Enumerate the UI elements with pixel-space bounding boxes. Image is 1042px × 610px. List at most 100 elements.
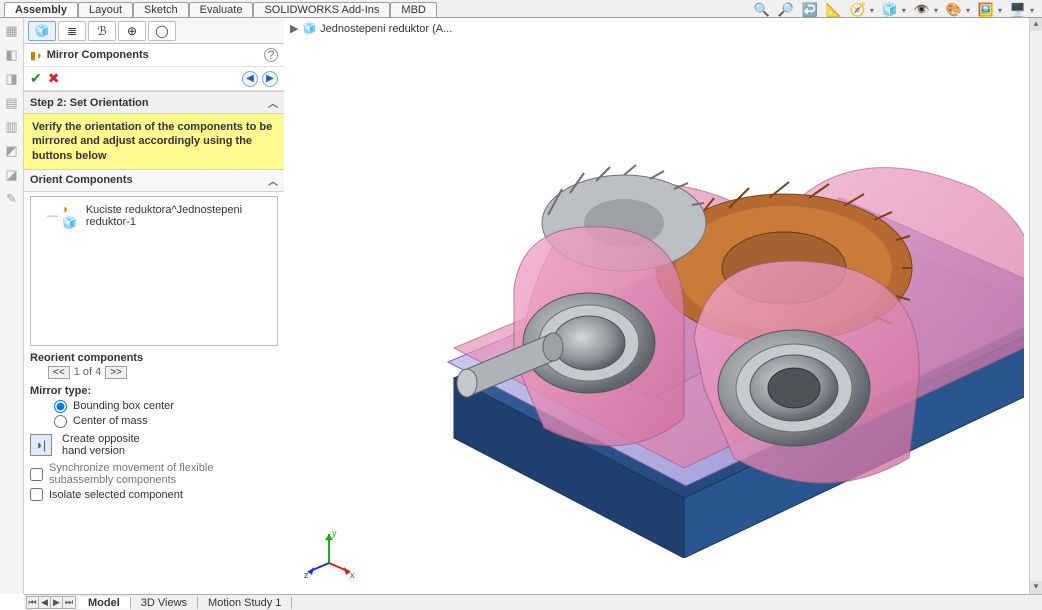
- tool-icon[interactable]: ✎: [3, 190, 21, 208]
- orient-header-label: Orient Components: [30, 174, 133, 186]
- radio-center-of-mass[interactable]: Center of mass: [24, 414, 284, 429]
- checkbox-label: Synchronize movement of flexible subasse…: [49, 462, 278, 486]
- fm-tab-feature-tree[interactable]: 🧊: [28, 21, 56, 41]
- vertical-scrollbar[interactable]: ▴ ▾: [1029, 18, 1042, 594]
- scroll-track[interactable]: [1030, 31, 1042, 581]
- scene-icon[interactable]: 🖼️: [978, 2, 994, 18]
- create-opposite-label: Create opposite hand version: [62, 433, 140, 457]
- create-opposite-row: ◗| Create opposite hand version: [24, 429, 284, 461]
- ok-button[interactable]: ✔: [30, 70, 42, 87]
- tab-addins[interactable]: SOLIDWORKS Add-Ins: [253, 2, 390, 17]
- view-orientation-icon[interactable]: 🧭: [850, 2, 866, 18]
- fm-tab-dim[interactable]: ⊕: [118, 21, 146, 41]
- tab-layout[interactable]: Layout: [78, 2, 133, 17]
- view-toolbar: 🔍 🔎 ↩️ 📐 🧭 ▾ 🧊 ▾ 👁️ ▾ 🎨 ▾ 🖼️ ▾ 🖥️ ▾: [754, 2, 1034, 18]
- tab-nav-last[interactable]: ⏭: [63, 597, 75, 608]
- orient-section-header: Orient Components ︿: [24, 169, 284, 192]
- zoom-area-icon[interactable]: 🔎: [778, 2, 794, 18]
- prev-view-icon[interactable]: ↩️: [802, 2, 818, 18]
- list-item[interactable]: — ◗🧊 Kuciste reduktora^Jednostepeni redu…: [35, 201, 273, 231]
- dropdown-icon[interactable]: ▾: [966, 6, 970, 15]
- tab-nav-first[interactable]: ⏮: [27, 597, 39, 608]
- tool-icon[interactable]: ◪: [3, 166, 21, 184]
- scroll-up-icon[interactable]: ▴: [1030, 18, 1042, 31]
- tool-icon[interactable]: ▥: [3, 118, 21, 136]
- tool-icon[interactable]: ▦: [3, 22, 21, 40]
- pm-title: Mirror Components: [47, 49, 264, 61]
- checkbox-input[interactable]: [30, 468, 43, 481]
- bottom-tab-motion[interactable]: Motion Study 1: [198, 597, 292, 609]
- display-style-icon[interactable]: 🧊: [882, 2, 898, 18]
- tool-icon[interactable]: ▤: [3, 94, 21, 112]
- origin-triad[interactable]: x y z: [304, 528, 354, 578]
- help-icon[interactable]: ?: [264, 48, 278, 62]
- svg-text:y: y: [332, 528, 337, 538]
- fm-tab-property[interactable]: ≣: [58, 21, 86, 41]
- prev-step-button[interactable]: ◀: [242, 71, 258, 87]
- mirror-type-label: Mirror type:: [24, 383, 284, 399]
- reorient-label: Reorient components: [24, 350, 284, 366]
- fm-tab-display[interactable]: ◯: [148, 21, 176, 41]
- bottom-tab-model[interactable]: Model: [78, 597, 131, 609]
- tab-nav-prev[interactable]: ◀: [39, 597, 51, 608]
- create-opposite-button[interactable]: ◗|: [30, 434, 52, 456]
- tab-nav-next[interactable]: ▶: [51, 597, 63, 608]
- fm-tabbar: 🧊 ≣ ℬ ⊕ ◯: [24, 18, 284, 44]
- zoom-fit-icon[interactable]: 🔍: [754, 2, 770, 18]
- radio-input[interactable]: [54, 415, 67, 428]
- view-settings-icon[interactable]: 🖥️: [1010, 2, 1026, 18]
- hide-show-icon[interactable]: 👁️: [914, 2, 930, 18]
- graphics-viewport[interactable]: ▶ 🧊 Jednostepeni reduktor (A...: [284, 18, 1042, 594]
- tab-sketch[interactable]: Sketch: [133, 2, 189, 17]
- step-header: Step 2: Set Orientation ︿: [24, 91, 284, 114]
- pager-prev-button[interactable]: <<: [48, 366, 70, 379]
- step-header-label: Step 2: Set Orientation: [30, 97, 149, 109]
- checkbox-sync[interactable]: Synchronize movement of flexible subasse…: [24, 461, 284, 487]
- cancel-button[interactable]: ✖: [48, 70, 60, 87]
- checkbox-isolate[interactable]: Isolate selected component: [24, 487, 284, 502]
- reorient-pager: << 1 of 4 >>: [24, 366, 284, 383]
- dropdown-icon[interactable]: ▾: [902, 6, 906, 15]
- bottom-tab-3dviews[interactable]: 3D Views: [131, 597, 198, 609]
- step-help-text: Verify the orientation of the components…: [24, 114, 284, 169]
- dropdown-icon[interactable]: ▾: [934, 6, 938, 15]
- bottom-view-tabs: ⏮ ◀ ▶ ⏭ Model 3D Views Motion Study 1: [24, 594, 1042, 610]
- tool-icon[interactable]: ◨: [3, 70, 21, 88]
- collapse-icon[interactable]: ︿: [268, 173, 278, 188]
- pm-confirm-row: ✔ ✖ ◀ ▶: [24, 67, 284, 91]
- pager-next-button[interactable]: >>: [105, 366, 127, 379]
- appearance-icon[interactable]: 🎨: [946, 2, 962, 18]
- checkbox-input[interactable]: [30, 488, 43, 501]
- bottom-tab-nav: ⏮ ◀ ▶ ⏭: [26, 596, 76, 609]
- checkbox-label: Isolate selected component: [49, 489, 183, 501]
- tree-connector-icon: —: [47, 210, 58, 222]
- model-render: [284, 18, 1042, 594]
- dropdown-icon[interactable]: ▾: [870, 6, 874, 15]
- radio-label: Bounding box center: [73, 400, 174, 412]
- tab-evaluate[interactable]: Evaluate: [189, 2, 254, 17]
- tool-icon[interactable]: ◩: [3, 142, 21, 160]
- dropdown-icon[interactable]: ▾: [1030, 6, 1034, 15]
- components-list[interactable]: — ◗🧊 Kuciste reduktora^Jednostepeni redu…: [30, 196, 278, 346]
- svg-text:x: x: [350, 570, 355, 580]
- section-view-icon[interactable]: 📐: [826, 2, 842, 18]
- scroll-down-icon[interactable]: ▾: [1030, 581, 1042, 594]
- radio-bounding-box[interactable]: Bounding box center: [24, 399, 284, 414]
- part-icon: ◗🧊: [62, 202, 82, 230]
- radio-input[interactable]: [54, 400, 67, 413]
- collapse-icon[interactable]: ︿: [268, 95, 278, 110]
- svg-text:z: z: [304, 570, 309, 580]
- tool-icon[interactable]: ◧: [3, 46, 21, 64]
- pm-header: ▮◗ Mirror Components ?: [24, 44, 284, 67]
- left-toolbar: ▦ ◧ ◨ ▤ ▥ ◩ ◪ ✎: [0, 18, 24, 594]
- radio-label: Center of mass: [73, 415, 148, 427]
- pager-text: 1 of 4: [74, 366, 102, 378]
- tab-mbd[interactable]: MBD: [390, 2, 436, 17]
- property-manager: 🧊 ≣ ℬ ⊕ ◯ ▮◗ Mirror Components ? ✔ ✖ ◀ ▶…: [24, 18, 284, 594]
- tab-assembly[interactable]: Assembly: [4, 2, 78, 17]
- fm-tab-config[interactable]: ℬ: [88, 21, 116, 41]
- dropdown-icon[interactable]: ▾: [998, 6, 1002, 15]
- list-item-label: Kuciste reduktora^Jednostepeni reduktor-…: [86, 204, 273, 228]
- next-step-button[interactable]: ▶: [262, 71, 278, 87]
- mirror-icon: ▮◗: [30, 49, 43, 62]
